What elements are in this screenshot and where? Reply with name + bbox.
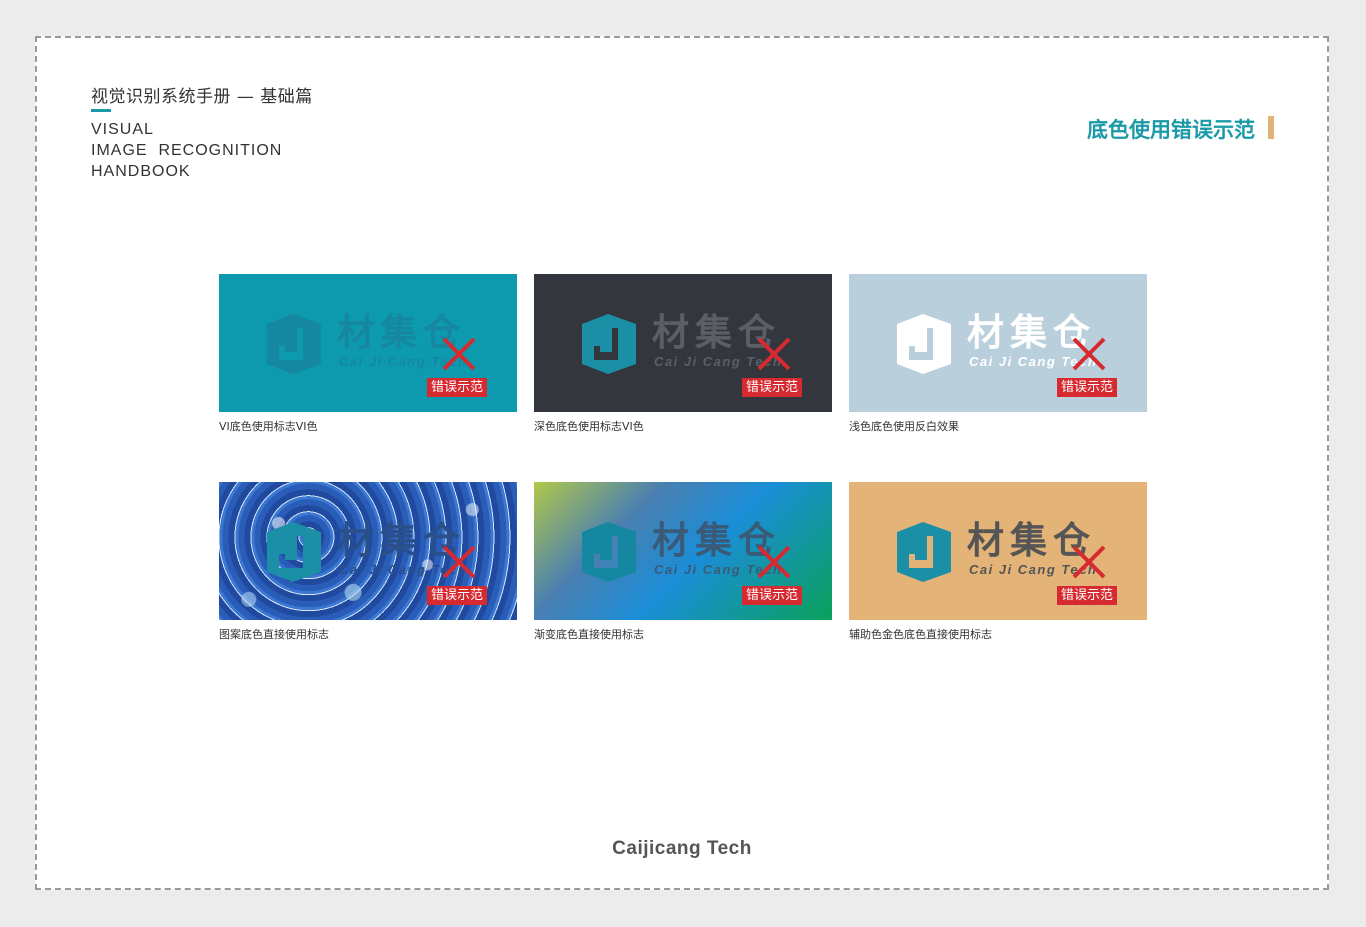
- logo-mark-icon: [267, 522, 321, 582]
- error-cross-icon: [1072, 337, 1106, 371]
- example-card: 材集仓 Cai Ji Cang Tech 错误示范: [849, 482, 1147, 620]
- error-cross-icon: [442, 337, 476, 371]
- example-caption: 渐变底色直接使用标志: [534, 628, 644, 641]
- example-card: 材集仓 Cai Ji Cang Tech 错误示范: [534, 482, 832, 620]
- title-en-line: IMAGE RECOGNITION: [91, 142, 283, 159]
- logo-mark-icon: [582, 314, 636, 374]
- error-cross-icon: [1072, 545, 1106, 579]
- example-caption: 图案底色直接使用标志: [219, 628, 329, 641]
- error-badge: 错误示范: [427, 586, 488, 605]
- example-caption: 浅色底色使用反白效果: [849, 420, 959, 433]
- logo-mark-icon: [897, 314, 951, 374]
- example-caption: 深色底色使用标志VI色: [534, 420, 644, 433]
- footer-brand: Caijicang Tech: [612, 838, 752, 859]
- error-badge: 错误示范: [1057, 586, 1118, 605]
- example-caption: 辅助色金色底色直接使用标志: [849, 628, 992, 641]
- example-caption: VI底色使用标志VI色: [219, 420, 318, 433]
- error-badge: 错误示范: [1057, 378, 1118, 397]
- error-cross-icon: [757, 545, 791, 579]
- example-card: 材集仓 Cai Ji Cang Tech 错误示范: [219, 274, 517, 412]
- handbook-page: 视觉识别系统手册 — 基础篇 VISUAL IMAGE RECOGNITION …: [35, 36, 1329, 890]
- section-title: 底色使用错误示范: [1087, 118, 1255, 142]
- error-cross-icon: [757, 337, 791, 371]
- logo-mark-icon: [267, 314, 321, 374]
- error-cross-icon: [442, 545, 476, 579]
- example-card: 材集仓 Cai Ji Cang Tech 错误示范: [849, 274, 1147, 412]
- title-underline: [91, 109, 111, 112]
- example-card: 材集仓 Cai Ji Cang Tech 错误示范: [219, 482, 517, 620]
- error-badge: 错误示范: [742, 586, 803, 605]
- handbook-title-en: VISUAL IMAGE RECOGNITION HANDBOOK: [91, 119, 282, 182]
- logo-mark-icon: [897, 522, 951, 582]
- error-badge: 错误示范: [742, 378, 803, 397]
- title-en-line: VISUAL: [91, 121, 154, 138]
- error-badge: 错误示范: [427, 378, 488, 397]
- section-accent-bar: [1268, 116, 1274, 139]
- title-en-line: HANDBOOK: [91, 163, 191, 180]
- example-card: 材集仓 Cai Ji Cang Tech 错误示范: [534, 274, 832, 412]
- handbook-title-cn: 视觉识别系统手册 — 基础篇: [91, 87, 313, 107]
- logo-mark-icon: [582, 522, 636, 582]
